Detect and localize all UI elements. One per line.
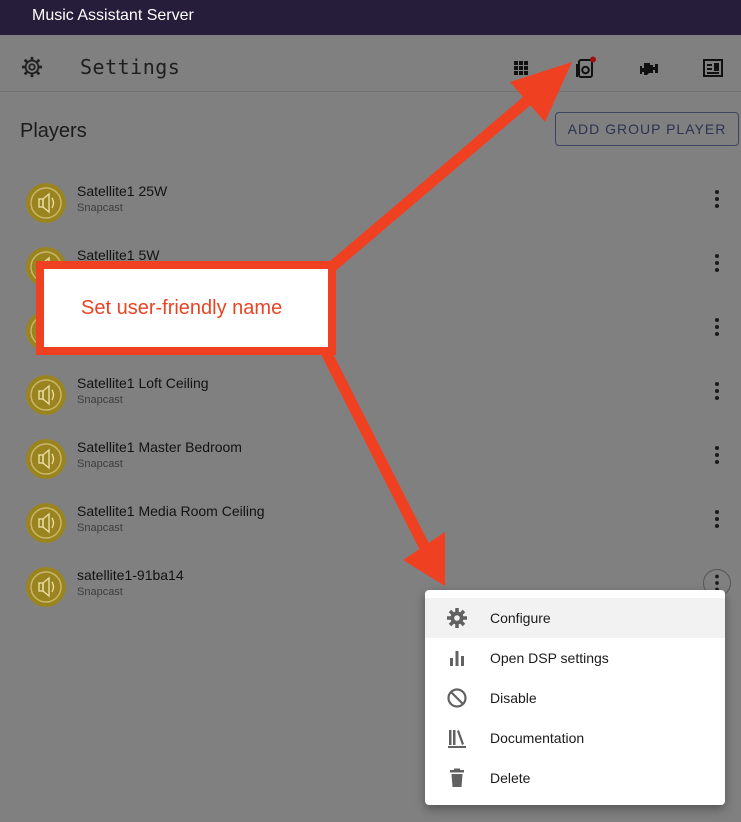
player-row[interactable]: Satellite1 25W Snapcast [0, 183, 741, 247]
grid-icon[interactable] [509, 56, 533, 80]
player-name: Satellite1 25W [77, 183, 168, 199]
window-titlebar: Music Assistant Server [0, 0, 741, 35]
speaker-avatar-icon [26, 375, 66, 415]
annotation-text: Set user-friendly name [81, 297, 283, 319]
more-options-icon[interactable] [703, 313, 731, 341]
speaker-avatar-icon [26, 439, 66, 479]
section-title: Players [20, 120, 87, 142]
annotation-callout: Set user-friendly name [36, 261, 336, 355]
more-options-icon[interactable] [703, 441, 731, 469]
menu-item-dsp[interactable]: Open DSP settings [425, 638, 725, 678]
menu-item-disable[interactable]: Disable [425, 678, 725, 718]
page-title: Settings [80, 55, 181, 79]
player-provider: Snapcast [77, 458, 123, 470]
window-title: Music Assistant Server [32, 7, 194, 24]
speaker-avatar-icon [26, 567, 66, 607]
library-icon [448, 730, 466, 748]
player-provider: Snapcast [77, 394, 123, 406]
menu-item-label: Configure [490, 610, 551, 626]
more-options-icon[interactable] [703, 185, 731, 213]
person-card-icon[interactable] [701, 56, 725, 80]
player-context-menu: Configure Open DSP settings Disable Docu… [425, 590, 725, 805]
block-icon [447, 688, 467, 708]
more-options-icon[interactable] [703, 377, 731, 405]
player-name: satellite1-91ba14 [77, 567, 184, 583]
player-name: Satellite1 Master Bedroom [77, 439, 242, 455]
menu-item-label: Delete [490, 770, 531, 786]
gear-icon[interactable] [21, 56, 43, 78]
menu-item-documentation[interactable]: Documentation [425, 718, 725, 758]
add-group-player-button[interactable]: ADD GROUP PLAYER [555, 112, 739, 146]
menu-item-delete[interactable]: Delete [425, 758, 725, 798]
player-name: Satellite1 Loft Ceiling [77, 375, 209, 391]
player-provider: Snapcast [77, 586, 123, 598]
player-row[interactable]: Satellite1 Loft Ceiling Snapcast [0, 375, 741, 439]
player-row[interactable]: Satellite1 Media Room Ceiling Snapcast [0, 503, 741, 567]
more-options-icon[interactable] [703, 505, 731, 533]
gear-icon [447, 608, 467, 628]
app-header: Settings [0, 35, 741, 92]
menu-item-label: Open DSP settings [490, 650, 609, 666]
speaker-avatar-icon [26, 183, 66, 223]
trash-icon [450, 768, 464, 787]
speaker-avatar-icon [26, 503, 66, 543]
player-name: Satellite1 Media Room Ceiling [77, 503, 265, 519]
player-provider: Snapcast [77, 202, 123, 214]
bar-chart-icon [450, 651, 464, 666]
menu-item-configure[interactable]: Configure [425, 598, 725, 638]
engine-icon[interactable] [637, 56, 661, 80]
more-options-icon[interactable] [703, 249, 731, 277]
menu-item-label: Documentation [490, 730, 585, 746]
speaker-icon[interactable] [573, 56, 597, 80]
player-provider: Snapcast [77, 522, 123, 534]
player-row[interactable]: Satellite1 Master Bedroom Snapcast [0, 439, 741, 503]
menu-item-label: Disable [490, 690, 537, 706]
